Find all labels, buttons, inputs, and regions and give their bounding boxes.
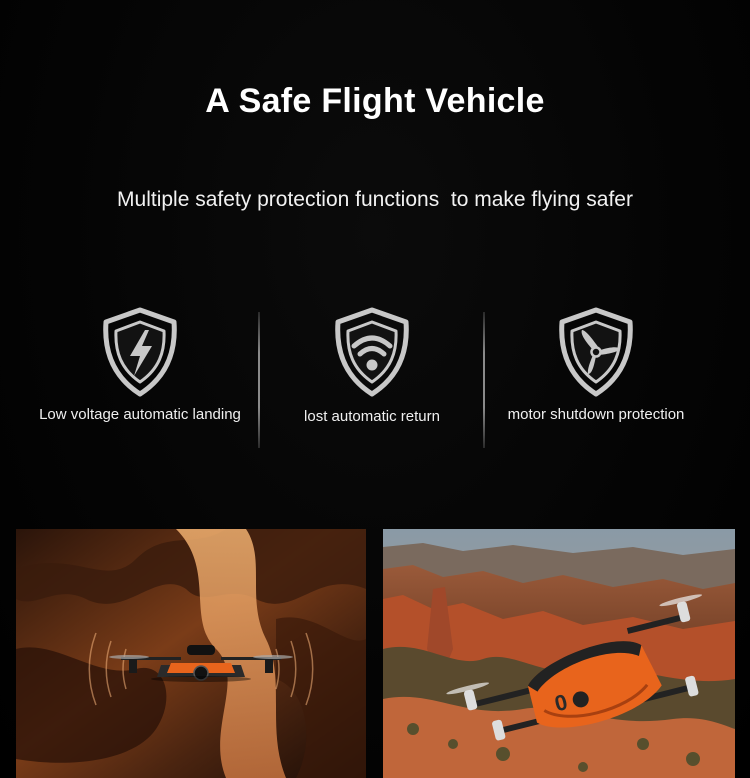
wifi-shield-icon xyxy=(335,307,409,397)
feature-label: lost automatic return xyxy=(304,408,440,425)
feature-motor-shutdown: motor shutdown protection xyxy=(486,306,706,423)
feature-lost-return: lost automatic return xyxy=(262,306,482,425)
page-title: A Safe Flight Vehicle xyxy=(205,82,545,120)
photo-landscape-drone: 0 xyxy=(383,529,735,778)
feature-low-voltage-landing: Low voltage automatic landing xyxy=(20,306,260,423)
divider xyxy=(258,312,260,448)
page-subtitle: Multiple safety protection functions to … xyxy=(117,188,633,211)
page-background: A Safe Flight Vehicle Multiple safety pr… xyxy=(0,0,750,778)
feature-label: Low voltage automatic landing xyxy=(39,406,241,423)
photo-canyon-drone xyxy=(16,529,366,778)
feature-label: motor shutdown protection xyxy=(507,406,685,423)
divider xyxy=(483,312,485,448)
lightning-shield-icon xyxy=(103,307,177,397)
propeller-shield-icon xyxy=(559,307,633,397)
